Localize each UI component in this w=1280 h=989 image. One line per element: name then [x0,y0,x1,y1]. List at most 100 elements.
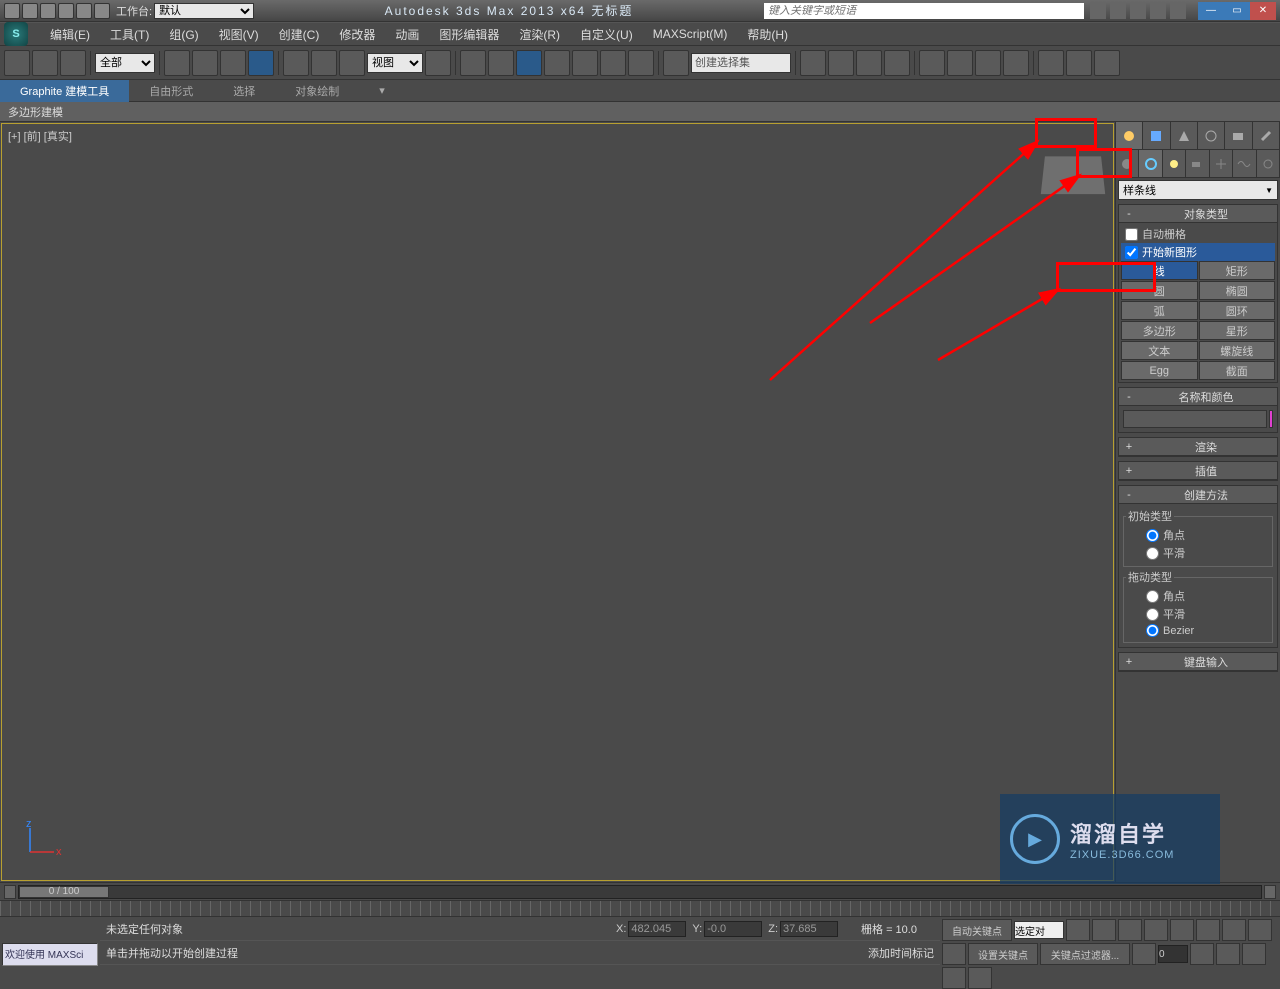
init-smooth-radio[interactable] [1146,547,1159,560]
startnew-row[interactable]: 开始新图形 [1121,243,1275,261]
pivot-button[interactable] [425,50,451,76]
shapes-subtab[interactable] [1139,150,1162,177]
x-input[interactable] [628,921,686,937]
drag-smooth-radio[interactable] [1146,608,1159,621]
drag-corner-row[interactable]: 角点 [1126,587,1270,605]
helix-button[interactable]: 螺旋线 [1199,341,1276,360]
time-tag-icon[interactable] [844,944,862,962]
save-icon[interactable] [40,3,56,19]
project-icon[interactable] [94,3,110,19]
menu-create[interactable]: 创建(C) [269,26,330,43]
menu-help[interactable]: 帮助(H) [737,26,798,43]
drag-corner-radio[interactable] [1146,590,1159,603]
menu-maxscript[interactable]: MAXScript(M) [643,27,738,41]
ellipse-button[interactable]: 椭圆 [1199,281,1276,300]
modify-tab[interactable] [1143,122,1170,149]
tab-graphite[interactable]: Graphite 建模工具 [0,80,129,102]
setkey-button[interactable]: 设置关键点 [968,943,1038,965]
star-button[interactable]: 星形 [1199,321,1276,340]
nav-fov-button[interactable] [942,943,966,965]
nav-zoomall-button[interactable] [1248,919,1272,941]
layer-button[interactable] [856,50,882,76]
timeslider-prev[interactable] [4,885,16,899]
object-name-input[interactable] [1123,410,1267,428]
z-input[interactable] [780,921,838,937]
redo-button[interactable] [32,50,58,76]
maximize-button[interactable]: ▭ [1224,2,1250,20]
schematic-button[interactable] [919,50,945,76]
manipulate-button[interactable] [460,50,486,76]
render-setup-button[interactable] [975,50,1001,76]
help-icon[interactable] [1170,3,1186,19]
spacewarps-subtab[interactable] [1233,150,1256,177]
axis-snap-button[interactable] [628,50,654,76]
category-dropdown[interactable]: 样条线 [1118,180,1278,200]
nav-zoom-button[interactable] [1222,919,1246,941]
keyfilter-button[interactable]: 关键点过滤器... [1040,943,1130,965]
circle-button[interactable]: 圆 [1121,281,1198,300]
selection-set-input[interactable]: 创建选择集 [691,53,791,73]
autogrid-row[interactable]: 自动栅格 [1121,225,1275,243]
viewport-label[interactable]: [+] [前] [真实] [8,128,72,144]
menu-animation[interactable]: 动画 [385,26,429,43]
cameras-subtab[interactable] [1186,150,1209,177]
refcoord-select[interactable]: 视图 [367,53,423,73]
keymode-button[interactable] [488,50,514,76]
tab-objpaint[interactable]: 对象绘制 [275,80,359,102]
rectangle-button[interactable]: 矩形 [1199,261,1276,280]
autokey-button[interactable]: 自动关键点 [942,919,1012,941]
systems-subtab[interactable] [1257,150,1280,177]
next-frame-button[interactable] [1144,919,1168,941]
y-input[interactable] [704,921,762,937]
timeslider-track[interactable]: 0 / 100 [18,885,1262,899]
time-tag-label[interactable]: 添加时间标记 [868,945,934,961]
menu-modifiers[interactable]: 修改器 [329,26,385,43]
hierarchy-tab[interactable] [1171,122,1198,149]
key-mode-icon[interactable] [1132,943,1156,965]
maxscript-listener[interactable]: 欢迎使用 MAXSci [2,943,98,966]
named-sel-button[interactable] [663,50,689,76]
utilities-tab[interactable] [1253,122,1280,149]
menu-render[interactable]: 渲染(R) [509,26,570,43]
egg-button[interactable]: Egg [1121,361,1198,380]
mini-listener-icon[interactable] [2,919,22,939]
close-button[interactable]: ✕ [1250,2,1276,20]
open-icon[interactable] [22,3,38,19]
new-icon[interactable] [4,3,20,19]
time-config-button[interactable] [1190,943,1214,965]
curve-editor-button[interactable] [884,50,910,76]
rollout-header[interactable]: +键盘输入 [1119,653,1277,671]
window-crossing-button[interactable] [248,50,274,76]
display-tab[interactable] [1225,122,1252,149]
select-object-button[interactable] [164,50,190,76]
init-corner-row[interactable]: 角点 [1126,526,1270,544]
viewport[interactable]: [+] [前] [真实] z x [1,123,1114,881]
rollout-header[interactable]: -创建方法 [1119,486,1277,504]
app-logo-icon[interactable]: S [4,22,28,46]
tab-selection[interactable]: 选择 [213,80,275,102]
abs-rel-icon[interactable] [592,920,610,938]
exchange-icon[interactable] [1130,3,1146,19]
nav-pan-button[interactable] [1196,919,1220,941]
init-smooth-row[interactable]: 平滑 [1126,544,1270,562]
viewcube[interactable] [1041,156,1105,194]
keymode-select[interactable] [1014,921,1064,939]
goto-end-button[interactable] [1170,919,1194,941]
arc-button[interactable]: 弧 [1121,301,1198,320]
select-name-button[interactable] [192,50,218,76]
timeslider-next[interactable] [1264,885,1276,899]
text-button[interactable]: 文本 [1121,341,1198,360]
macro-rec-icon[interactable] [24,919,44,939]
create-tab[interactable] [1116,122,1143,149]
material-editor-button[interactable] [947,50,973,76]
menu-views[interactable]: 视图(V) [209,26,269,43]
workspace-select[interactable]: 默认 [154,3,254,19]
filter-select[interactable]: 全部 [95,53,155,73]
startnew-checkbox[interactable] [1125,246,1138,259]
angle-snap-button[interactable] [544,50,570,76]
autogrid-checkbox[interactable] [1125,228,1138,241]
mirror-button[interactable] [800,50,826,76]
rollout-header[interactable]: -名称和颜色 [1119,388,1277,406]
drag-bezier-radio[interactable] [1146,624,1159,637]
quick-render-button[interactable] [1066,50,1092,76]
